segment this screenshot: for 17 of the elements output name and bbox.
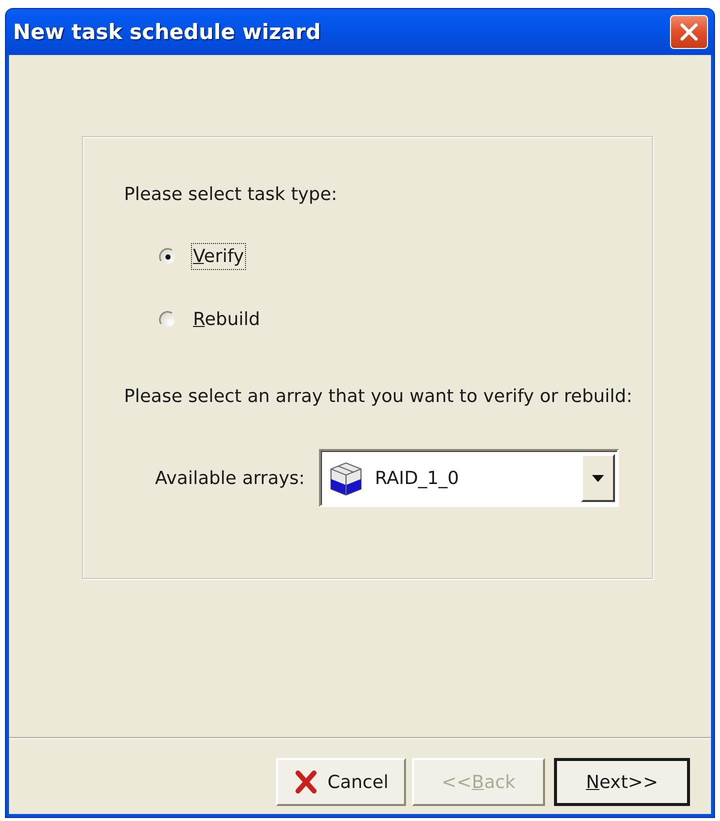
dropdown-button[interactable] — [580, 454, 615, 502]
array-prompt: Please select an array that you want to verify or rebuild: — [124, 386, 632, 407]
close-button[interactable] — [670, 15, 708, 49]
window-title: New task schedule wizard — [13, 20, 321, 44]
cross-icon — [294, 770, 318, 794]
task-type-prompt: Please select task type: — [124, 184, 338, 205]
array-dropdown[interactable]: RAID_1_0 — [318, 449, 619, 507]
cancel-button[interactable]: Cancel — [276, 758, 406, 806]
next-button[interactable]: Next>> — [554, 758, 690, 806]
close-icon — [679, 22, 699, 42]
field-label: Available arrays: — [155, 468, 305, 488]
dropdown-value: RAID_1_0 — [374, 468, 460, 488]
radio-label[interactable]: Rebuild — [191, 306, 262, 333]
radio-button[interactable] — [159, 310, 177, 328]
caret-icon — [592, 474, 604, 482]
radio-label[interactable]: Verify — [191, 243, 246, 270]
radio-button[interactable] — [159, 248, 177, 266]
